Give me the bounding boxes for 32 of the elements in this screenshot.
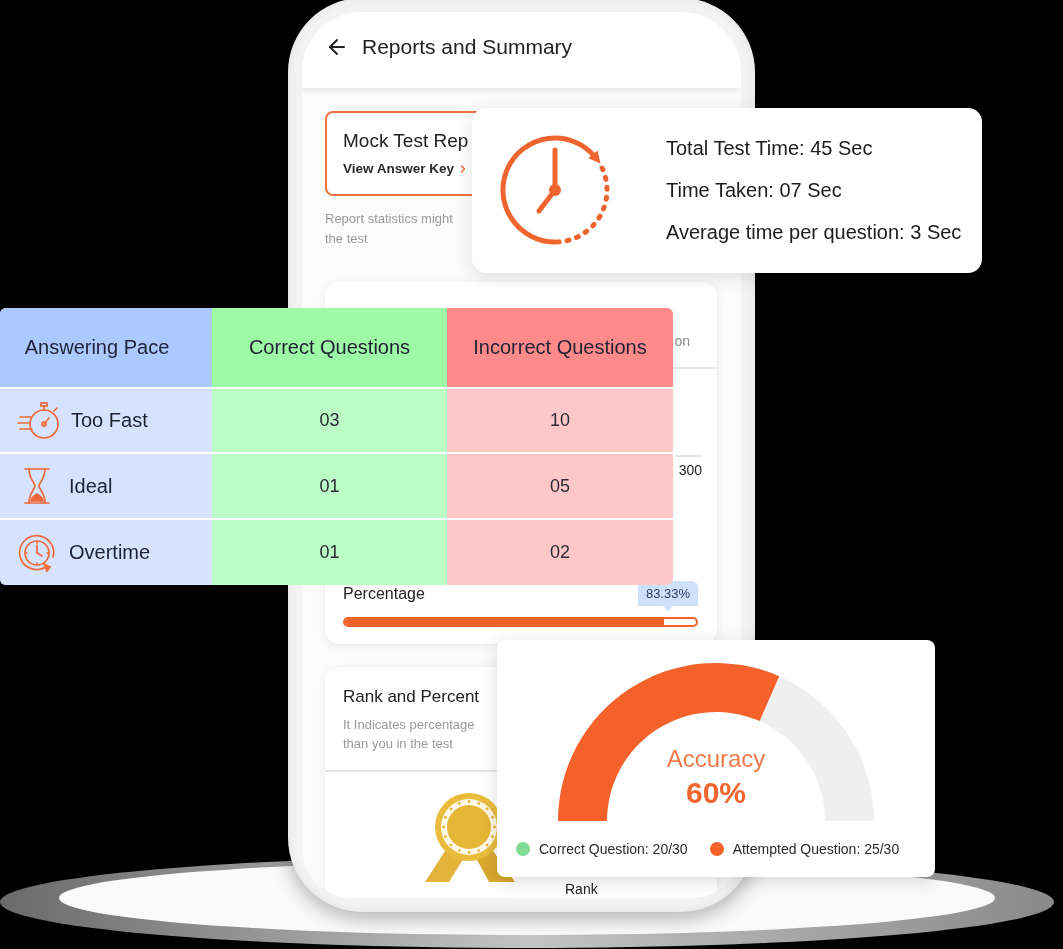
rank-description: It Indicates percentage than you in the test bbox=[343, 716, 475, 753]
accuracy-title: Accuracy bbox=[666, 744, 766, 774]
report-title: Mock Test Rep bbox=[343, 130, 469, 152]
column-header: Incorrect Questions bbox=[447, 308, 673, 387]
table-cell: 03 bbox=[212, 389, 447, 452]
table-cell: 01 bbox=[212, 454, 447, 518]
legend-label: Correct Question: 20/30 bbox=[539, 841, 688, 857]
table-cell: 02 bbox=[447, 520, 673, 585]
percentage-label: Percentage bbox=[343, 585, 425, 603]
pace-label: Ideal bbox=[69, 474, 113, 498]
time-stat: Average time per question: 3 Sec bbox=[666, 220, 962, 245]
column-header: Answering Pace bbox=[0, 308, 212, 387]
table-cell: 05 bbox=[447, 454, 673, 518]
stopwatch-icon bbox=[17, 400, 59, 441]
report-note: Report statistics might the test bbox=[325, 210, 453, 248]
percentage-badge: 83.33% bbox=[637, 581, 698, 611]
pace-label: Overtime bbox=[69, 541, 151, 564]
accuracy-value: 60% bbox=[685, 775, 746, 811]
time-stat: Time Taken: 07 Sec bbox=[666, 178, 842, 203]
pace-label: Too Fast bbox=[71, 409, 148, 432]
clock-icon bbox=[17, 532, 57, 573]
score-value: 300 bbox=[678, 462, 702, 478]
column-text-fragment: on bbox=[674, 333, 690, 349]
page-title: Reports and Summary bbox=[362, 35, 573, 59]
view-answer-key-link[interactable]: View Answer Key bbox=[343, 161, 470, 176]
legend-label: Attempted Question: 25/30 bbox=[732, 841, 900, 857]
rank-label: Rank bbox=[565, 881, 598, 897]
column-header: Correct Questions bbox=[212, 308, 447, 387]
rank-title: Rank and Percent bbox=[343, 687, 480, 707]
table-cell: 01 bbox=[212, 520, 447, 585]
table-cell: 10 bbox=[447, 389, 673, 452]
time-stat: Total Test Time: 45 Sec bbox=[666, 136, 873, 161]
